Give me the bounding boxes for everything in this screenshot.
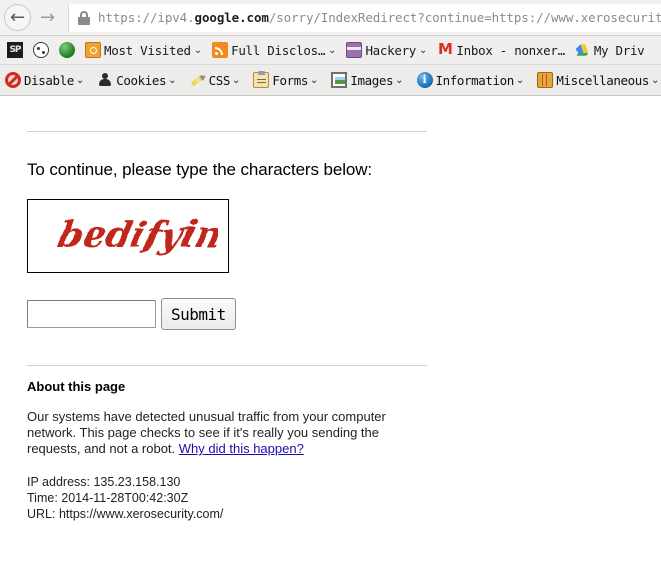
ip-address-line: IP address: 135.23.158.130 bbox=[27, 475, 181, 489]
bookmark-item-my-drive[interactable]: My Driv bbox=[572, 38, 648, 62]
captcha-image: bedifyin bbox=[54, 213, 218, 256]
divider-top bbox=[27, 131, 427, 132]
bookmarks-bar: SP Most Visited ⌄ Full Disclos… ⌄ Hacker… bbox=[0, 36, 661, 65]
chevron-down-icon: ⌄ bbox=[419, 44, 428, 56]
folder-icon bbox=[346, 42, 363, 58]
webdev-menu-css[interactable]: CSS ⌄ bbox=[190, 67, 241, 93]
image-icon bbox=[331, 72, 348, 88]
webdev-label: Disable bbox=[24, 72, 74, 88]
forward-arrow-icon: → bbox=[39, 6, 56, 28]
bookmark-item-hackery[interactable]: Hackery ⌄ bbox=[343, 38, 430, 62]
page-title: To continue, please type the characters … bbox=[27, 160, 373, 179]
time-line: Time: 2014-11-28T00:42:30Z bbox=[27, 491, 189, 505]
webdev-label: Miscellaneous bbox=[556, 72, 649, 88]
captcha-input[interactable] bbox=[27, 300, 156, 328]
webdev-menu-miscellaneous[interactable]: Miscellaneous ⌄ bbox=[537, 67, 659, 93]
green-circle-icon bbox=[59, 42, 75, 58]
webdev-label: Cookies bbox=[116, 72, 167, 88]
forward-button[interactable]: → bbox=[32, 2, 63, 33]
chevron-down-icon: ⌄ bbox=[650, 74, 660, 86]
most-visited-folder-icon bbox=[85, 42, 101, 58]
lock-icon bbox=[77, 10, 91, 25]
webdev-label: Information bbox=[435, 72, 515, 88]
meta-block: IP address: 135.23.158.130 Time: 2014-11… bbox=[27, 474, 661, 522]
bookmark-label: Most Visited bbox=[104, 42, 191, 58]
about-heading: About this page bbox=[27, 379, 126, 394]
chevron-down-icon: ⌄ bbox=[395, 74, 404, 86]
chevron-down-icon: ⌄ bbox=[309, 74, 319, 86]
webdev-label: CSS bbox=[208, 72, 231, 88]
chevron-down-icon: ⌄ bbox=[231, 74, 241, 86]
webdev-menu-disable[interactable]: Disable ⌄ bbox=[5, 67, 84, 93]
bookmark-label: Full Disclos… bbox=[231, 42, 326, 58]
captcha-form: Submit bbox=[27, 298, 661, 330]
bookmark-label: Inbox - nonxer… bbox=[456, 42, 565, 58]
bookmark-label: Hackery bbox=[365, 42, 417, 58]
url-suffix: /sorry/IndexRedirect?continue=https://ww… bbox=[268, 10, 661, 25]
person-icon bbox=[97, 72, 113, 88]
navigation-toolbar: ← → https://ipv4.google.com/sorry/IndexR… bbox=[0, 0, 661, 36]
url-host: google.com bbox=[194, 10, 269, 25]
chevron-down-icon: ⌄ bbox=[193, 44, 203, 56]
chevron-down-icon: ⌄ bbox=[328, 44, 337, 56]
google-drive-icon bbox=[575, 42, 591, 58]
about-body: Our systems have detected unusual traffi… bbox=[27, 409, 395, 457]
bookmark-item-most-visited[interactable]: Most Visited ⌄ bbox=[82, 38, 205, 62]
clipboard-icon bbox=[253, 71, 270, 88]
pencil-icon bbox=[190, 72, 206, 88]
web-developer-toolbar: Disable ⌄ Cookies ⌄ CSS ⌄ Forms ⌄ Images… bbox=[0, 65, 661, 96]
gmail-icon: M bbox=[437, 40, 453, 58]
back-button[interactable]: ← bbox=[4, 4, 31, 31]
why-did-this-happen-link[interactable]: Why did this happen? bbox=[179, 441, 304, 456]
webdev-label: Images bbox=[350, 72, 394, 88]
back-arrow-icon: ← bbox=[9, 6, 26, 28]
bookmark-label: My Driv bbox=[593, 42, 645, 58]
url-bar[interactable]: https://ipv4.google.com/sorry/IndexRedir… bbox=[68, 3, 661, 32]
disable-icon bbox=[5, 72, 21, 88]
webdev-menu-images[interactable]: Images ⌄ bbox=[331, 67, 404, 93]
chevron-down-icon: ⌄ bbox=[168, 74, 177, 86]
url-line: URL: https://www.xerosecurity.com/ bbox=[27, 507, 224, 521]
page-content: To continue, please type the characters … bbox=[0, 131, 661, 575]
webdev-menu-cookies[interactable]: Cookies ⌄ bbox=[97, 67, 177, 93]
book-icon bbox=[537, 72, 554, 88]
submit-button[interactable]: Submit bbox=[161, 298, 236, 330]
divider-bottom bbox=[27, 365, 427, 366]
webdev-menu-forms[interactable]: Forms ⌄ bbox=[253, 67, 318, 93]
bookmark-item-inbox[interactable]: M Inbox - nonxer… bbox=[434, 38, 567, 62]
url-text: https://ipv4.google.com/sorry/IndexRedir… bbox=[98, 10, 661, 25]
captcha-image-container: bedifyin bbox=[27, 199, 229, 273]
webdev-menu-information[interactable]: i Information ⌄ bbox=[416, 67, 525, 93]
bookmark-item-sp[interactable]: SP bbox=[4, 38, 26, 62]
bookmark-item-cookie[interactable] bbox=[30, 38, 52, 62]
bookmark-item-greenball[interactable] bbox=[56, 38, 78, 62]
captcha-text: bedifyin bbox=[54, 213, 218, 256]
bookmark-item-full-disclosure[interactable]: Full Disclos… ⌄ bbox=[209, 38, 339, 62]
sp-icon: SP bbox=[7, 42, 23, 58]
cookie-icon bbox=[33, 42, 49, 58]
browser-chrome: ← → https://ipv4.google.com/sorry/IndexR… bbox=[0, 0, 661, 96]
webdev-label: Forms bbox=[272, 72, 308, 88]
chevron-down-icon: ⌄ bbox=[75, 74, 85, 86]
info-icon: i bbox=[416, 72, 433, 88]
rss-icon bbox=[212, 42, 229, 58]
chevron-down-icon: ⌄ bbox=[515, 74, 525, 86]
url-prefix: https://ipv4. bbox=[98, 10, 195, 25]
